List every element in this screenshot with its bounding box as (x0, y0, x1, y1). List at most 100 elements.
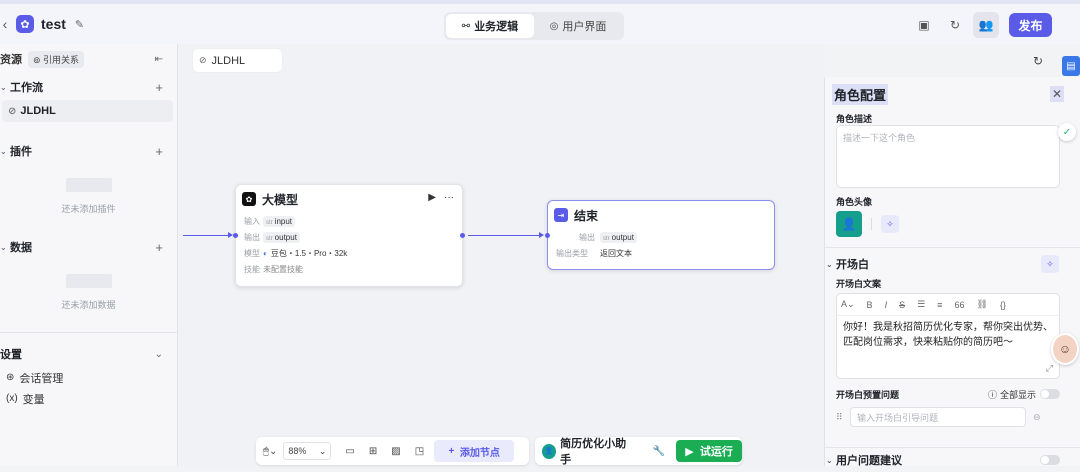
preview-icon[interactable]: ▣ (911, 12, 937, 38)
llm-node[interactable]: ✿ 大模型 ▶ ··· 输入 str input 输出 str output 模型 … (235, 184, 463, 287)
numbered-list-icon[interactable]: ≡ (937, 300, 942, 310)
section-workflow[interactable]: ⌄ 工作流 + (0, 74, 177, 100)
run-node-icon[interactable]: ▶ (428, 192, 436, 203)
run-bar: 👤 简历优化小助手 🔧 ▶ 试运行 (535, 435, 742, 467)
more-icon[interactable]: ··· (444, 192, 454, 203)
add-node-label: 添加节点 (459, 447, 500, 459)
var-name: output (274, 232, 297, 242)
type-tag: str (266, 235, 273, 242)
close-icon[interactable]: ✕ (1049, 86, 1064, 102)
settings-item-label: 会话管理 (19, 372, 64, 385)
empty-text: 还未添加插件 (61, 203, 116, 214)
bold-icon[interactable]: B (867, 300, 873, 310)
section-suggestions[interactable]: ⌄ 用户问题建议 (825, 448, 1080, 472)
sidebar-item-variables[interactable]: (x) 变量 (0, 388, 177, 409)
reference-relations-button[interactable]: ⊚ 引用关系 (28, 50, 85, 68)
palette-icon: ◎ (549, 20, 559, 32)
layout-icon[interactable]: ⊞ (369, 446, 377, 457)
panel-title: 角色配置 (832, 83, 889, 105)
section-title: 数据 (10, 242, 32, 254)
preset-label: 开场白预置问题 (836, 389, 900, 400)
bot-name[interactable]: 简历优化小助手 (560, 435, 633, 467)
preset-placeholder: 输入开场白引导问题 (857, 412, 939, 423)
section-settings[interactable]: 设置 ⌄ (0, 341, 177, 367)
section-opening[interactable]: ⌄ 开场白 ✧ (825, 252, 1080, 276)
link-icon[interactable]: ⛓ (976, 299, 987, 310)
zoom-value: 88% (288, 446, 307, 456)
drag-handle-icon[interactable]: ⠿ (836, 412, 850, 423)
remove-icon[interactable]: ⊖ (1033, 412, 1041, 423)
minimap-icon[interactable]: ◳ (415, 446, 424, 457)
end-input-port[interactable] (545, 233, 550, 238)
avatar[interactable]: 👤 (836, 211, 862, 237)
zoom-select[interactable]: 88% ⌄ (283, 442, 332, 460)
code-icon[interactable]: {} (1000, 300, 1006, 310)
role-config-panel: 角色配置 ✕ 角色描述 描述一下这个角色 角色头像 👤 ✧ ⌄ 开场白 ✧ 开场… (824, 77, 1080, 467)
llm-input-port[interactable] (233, 233, 238, 238)
collaborators-icon[interactable]: 👥 (973, 12, 999, 38)
add-workflow-icon[interactable]: + (155, 80, 163, 95)
history-icon[interactable]: ↻ (942, 12, 968, 38)
workflow-icon: ⚯ (461, 20, 471, 32)
quote-icon[interactable]: 66 (954, 300, 964, 310)
chat-manage-icon: ⊛ (6, 372, 15, 383)
empty-placeholder-icon (65, 177, 112, 192)
info-icon: ⓘ (987, 389, 997, 400)
publish-button[interactable]: 发布 (1009, 13, 1052, 37)
add-plugin-icon[interactable]: + (155, 144, 163, 159)
collapse-sidebar-icon[interactable]: ⇤ (155, 54, 163, 65)
comment-icon[interactable]: ▭ (345, 446, 354, 457)
preset-questions-row: 开场白预置问题 ⓘ 全部显示 (825, 383, 1080, 405)
back-icon[interactable]: ‹ (0, 16, 10, 32)
tab-business-logic[interactable]: ⚯ 业务逻辑 (446, 14, 534, 38)
workflow-canvas[interactable]: ⊘ JLDHL ✿ 大模型 ▶ ··· 输入 str input 输出 str ou… (179, 44, 824, 466)
opening-text-editor[interactable]: A⌄ B I S ☰ ≡ 66 ⛓ {} 你好！我是秋招简历优化专家，帮你突出优… (836, 293, 1060, 379)
suggestions-toggle[interactable] (1040, 455, 1060, 465)
chevron-down-icon: ⌄ (826, 455, 833, 465)
image-icon[interactable]: ▨ (391, 446, 400, 457)
llm-output-port[interactable] (460, 233, 465, 238)
tab-label: 用户界面 (562, 21, 607, 33)
panel-toggle-icon[interactable]: ▤ (1062, 56, 1080, 76)
node-output-row: 输出 str output (548, 229, 774, 245)
show-all-toggle[interactable] (1040, 389, 1060, 399)
text-style-icon[interactable]: A⌄ (841, 299, 855, 310)
add-node-button[interactable]: + 添加节点 (434, 440, 515, 462)
breadcrumb[interactable]: ⊘ JLDHL (193, 49, 282, 72)
node-output-row: 输出 str output (236, 229, 462, 245)
ai-generate-avatar-icon[interactable]: ✧ (881, 215, 899, 233)
section-data[interactable]: ⌄ 数据 + (0, 234, 177, 260)
section-title: 插件 (10, 146, 32, 158)
expand-icon[interactable]: ⤢ (1046, 363, 1053, 374)
sidebar-title: 资源 (0, 54, 22, 66)
test-run-button[interactable]: ▶ 试运行 (676, 440, 742, 462)
edit-icon[interactable]: ✎ (75, 18, 84, 31)
assistant-badge-icon[interactable]: ✓ (1058, 123, 1076, 141)
chevron-down-icon: ⌄ (318, 445, 327, 456)
show-all-label: 全部显示 (999, 389, 1036, 400)
var-name: output (611, 232, 634, 242)
section-suggestions-wrap: ⌄ 用户问题建议 (825, 447, 1080, 472)
row-label: 输出 (579, 232, 595, 242)
section-plugins[interactable]: ⌄ 插件 + (0, 138, 177, 164)
bullet-list-icon[interactable]: ☰ (917, 299, 925, 310)
strikethrough-icon[interactable]: S (899, 300, 905, 310)
add-data-icon[interactable]: + (155, 240, 163, 255)
role-description-field[interactable]: 描述一下这个角色 (836, 125, 1060, 188)
desc-label: 角色描述 (836, 113, 873, 124)
wrench-icon[interactable]: 🔧 (653, 446, 665, 457)
model-name: 豆包・1.5・Pro・32k (270, 248, 348, 258)
mouse-mode-icon[interactable]: 🖱⌄ (263, 446, 277, 457)
preset-question-input[interactable]: 输入开场白引导问题 (850, 407, 1026, 427)
italic-icon[interactable]: I (885, 300, 888, 310)
end-node[interactable]: ⇥ 结束 输出 str output 输出类型 返回文本 (547, 200, 775, 270)
ai-generate-opening-icon[interactable]: ✧ (1041, 255, 1059, 273)
canvas-toolbar: 🖱⌄ 88% ⌄ ▭ ⊞ ▨ ◳ + 添加节点 (256, 437, 529, 465)
sidebar-item-jldhl[interactable]: ⊘ JLDHL (2, 100, 173, 122)
assistant-avatar[interactable]: ☺ (1051, 333, 1079, 365)
tab-user-interface[interactable]: ◎ 用户界面 (534, 14, 622, 38)
section-title: 开场白 (836, 259, 869, 271)
app-logo-icon: ✿ (16, 15, 34, 33)
refresh-icon[interactable]: ↻ (1033, 54, 1043, 68)
sidebar-item-session-manage[interactable]: ⊛ 会话管理 (0, 367, 177, 388)
